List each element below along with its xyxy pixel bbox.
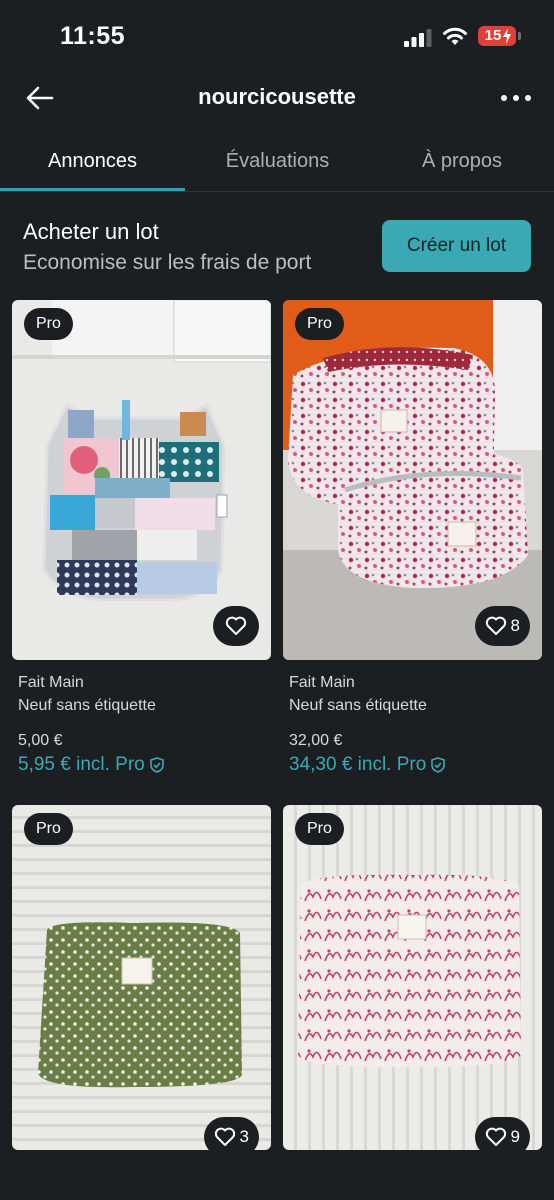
charging-bolt-icon [503,28,511,44]
pro-badge: Pro [295,308,344,340]
heart-icon [225,616,247,635]
more-options-button[interactable] [494,78,538,118]
status-time: 11:55 [60,22,126,50]
pro-badge: Pro [295,813,344,845]
status-bar: 11:55 15 [0,0,554,70]
shield-check-icon [149,757,164,773]
favorite-button[interactable]: 3 [203,1117,259,1150]
bundle-subtitle: Economise sur les frais de port [23,251,312,274]
item-photo[interactable]: Pro 3 [12,805,271,1150]
favorite-count: 9 [510,1127,520,1146]
favorite-count: 3 [239,1127,249,1146]
item-price: 32,00 € [289,732,343,749]
profile-tabs: Annonces Évaluations À propos [0,134,554,192]
battery-nub [518,32,521,40]
bundle-banner: Acheter un lot Economise sur les frais d… [0,200,554,296]
battery-icon: 15 [478,26,516,46]
tab-evaluations[interactable]: Évaluations [185,134,370,190]
item-condition: Neuf sans étiquette [289,697,427,714]
signal-icon [404,29,432,47]
item-photo[interactable]: Pro 9 [283,805,542,1150]
favorite-count: 8 [510,616,520,635]
pro-badge: Pro [24,308,73,340]
create-bundle-button[interactable]: Créer un lot [382,220,531,272]
page-title: nourcicousette [198,84,356,109]
more-dots-icon [501,95,531,101]
item-grid: Pro Fait Main Neuf sans étiquette 5,00 €… [0,300,554,1200]
wifi-icon [443,27,467,45]
bundle-title: Acheter un lot [23,219,159,244]
active-tab-indicator [0,188,185,191]
favorite-button[interactable]: 9 [474,1117,530,1150]
item-price-incl-pro[interactable]: 5,95 € incl. Pro [18,754,164,776]
pro-badge: Pro [24,813,73,845]
item-price-pro-value: 5,95 € incl. Pro [18,754,145,775]
item-photo[interactable]: Pro [12,300,271,660]
shield-check-icon [431,757,446,773]
favorite-button[interactable]: 8 [474,606,530,646]
heart-icon [485,1127,506,1146]
item-photo[interactable]: Pro 8 [283,300,542,660]
item-brand: Fait Main [289,674,355,691]
tab-a-propos[interactable]: À propos [370,134,554,190]
item-price-pro-value: 34,30 € incl. Pro [289,754,427,775]
tab-annonces[interactable]: Annonces [0,134,185,190]
favorite-button[interactable] [213,606,259,646]
heart-icon [485,616,506,635]
nav-header: nourcicousette [0,70,554,126]
heart-icon [214,1127,235,1146]
item-brand: Fait Main [18,674,84,691]
item-condition: Neuf sans étiquette [18,697,156,714]
item-price-incl-pro[interactable]: 34,30 € incl. Pro [289,754,446,776]
item-price: 5,00 € [18,732,63,749]
